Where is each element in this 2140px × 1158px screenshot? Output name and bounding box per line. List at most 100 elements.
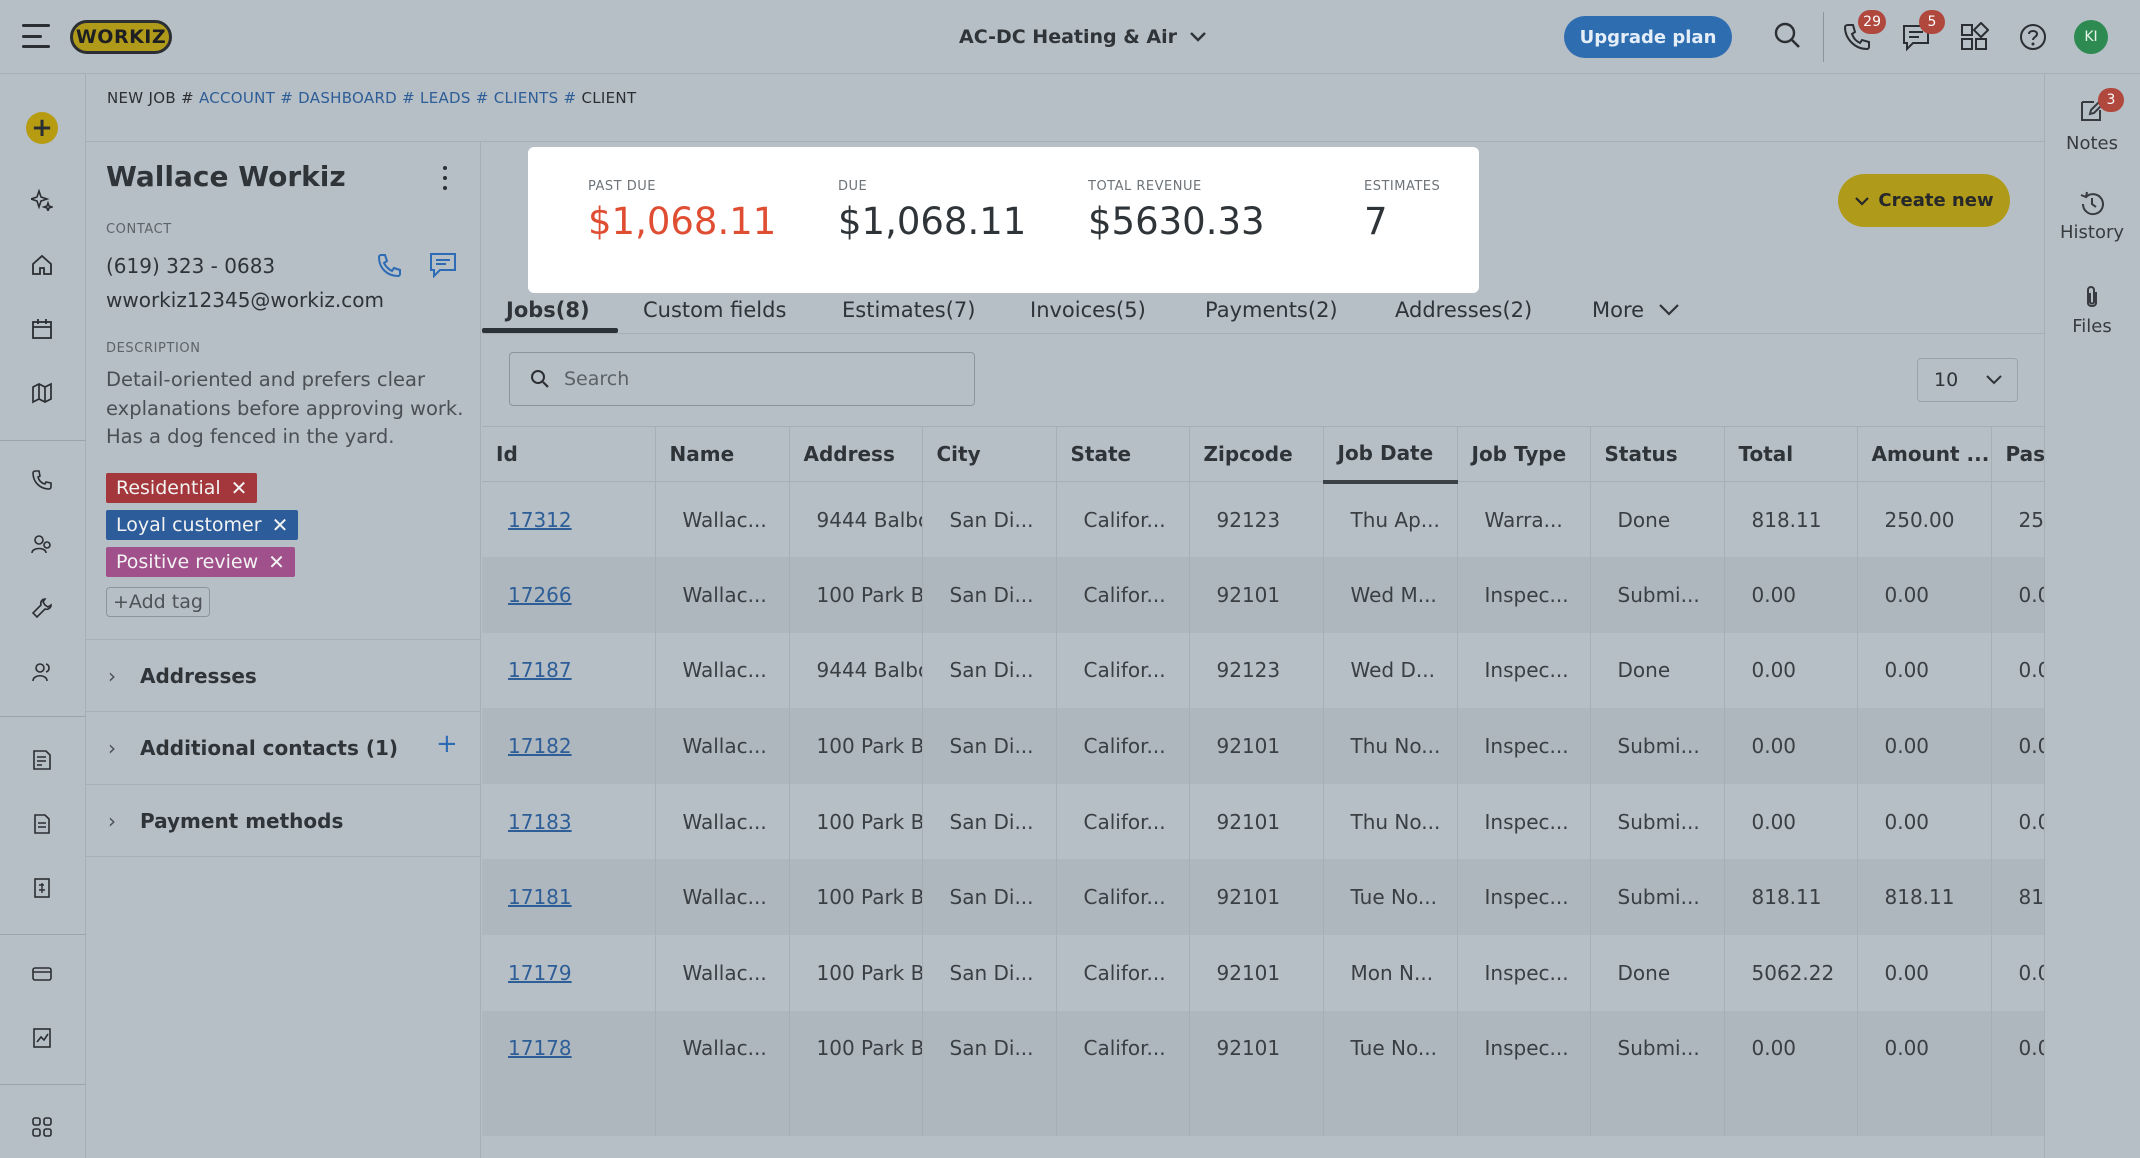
search-icon[interactable] <box>1770 18 1804 52</box>
column-header[interactable]: Address <box>789 426 923 482</box>
quick-add-icon[interactable]: + <box>26 112 58 144</box>
column-header[interactable]: Job Type <box>1457 426 1591 482</box>
search-box[interactable] <box>509 352 975 406</box>
reports-icon[interactable] <box>27 1023 57 1053</box>
phone-calls-icon[interactable]: 29 <box>1840 10 1886 54</box>
breadcrumb-client: CLIENT <box>581 89 637 107</box>
table-row[interactable]: 17179 Wallac...100 Park BlvSan Di...Calif… <box>482 935 2044 1011</box>
add-tag-button[interactable]: +Add tag <box>106 587 210 617</box>
phone-icon[interactable] <box>27 465 57 495</box>
column-header[interactable]: City <box>922 426 1057 482</box>
table-row[interactable]: 17266 Wallac...100 Park BlvSan Di...Calif… <box>482 557 2044 633</box>
tab-estimates[interactable]: Estimates(7) <box>842 298 975 322</box>
column-header[interactable]: Status <box>1590 426 1725 482</box>
job-id-link[interactable]: 17182 <box>508 734 572 758</box>
payment-doc-icon[interactable] <box>27 873 57 903</box>
job-id-link[interactable]: 17187 <box>508 658 572 682</box>
job-id-cell[interactable]: 17182 <box>482 708 656 784</box>
upgrade-plan-button[interactable]: Upgrade plan <box>1564 16 1732 58</box>
table-cell: 92101 <box>1189 708 1324 784</box>
breadcrumb-leads[interactable]: LEADS # <box>420 89 489 107</box>
tab-addresses[interactable]: Addresses(2) <box>1395 298 1532 322</box>
job-id-cell[interactable]: 17187 <box>482 632 656 709</box>
table-cell: Califor... <box>1056 1010 1190 1087</box>
messages-icon[interactable]: 5 <box>1899 10 1945 54</box>
table-row[interactable]: 17183 Wallac...100 Park BlvSan Di...Calif… <box>482 783 2044 860</box>
breadcrumb-dashboard[interactable]: DASHBOARD # <box>298 89 415 107</box>
column-header[interactable]: Amount ... <box>1857 426 1992 482</box>
tab-jobs[interactable]: Jobs(8) <box>506 298 590 322</box>
tab-custom-fields[interactable]: Custom fields <box>643 298 786 322</box>
job-id-cell[interactable]: 17312 <box>482 481 656 558</box>
team-icon[interactable] <box>27 529 57 559</box>
map-icon[interactable] <box>27 378 57 408</box>
user-avatar[interactable]: KI <box>2074 20 2108 54</box>
menu-icon[interactable] <box>22 24 50 48</box>
credit-card-icon[interactable] <box>27 959 57 989</box>
job-id-link[interactable]: 17178 <box>508 1036 572 1060</box>
calendar-icon[interactable] <box>27 314 57 344</box>
workiz-logo[interactable]: WORKIZ <box>70 20 172 54</box>
additional-contacts-accordion[interactable]: › Additional contacts (1) <box>86 711 481 783</box>
job-id-cell[interactable]: 17183 <box>482 783 656 860</box>
table-cell: Done <box>1590 481 1725 558</box>
client-email[interactable]: wworkiz12345@workiz.com <box>106 288 384 312</box>
due-stat: DUE $1,068.11 <box>838 179 1026 243</box>
table-row[interactable]: 17312 Wallac... 9444 Balbo San Di... Califor… <box>482 481 2044 558</box>
job-id-link[interactable]: 17179 <box>508 961 572 985</box>
remove-tag-icon[interactable]: ✕ <box>231 476 248 500</box>
history-button[interactable]: History <box>2044 190 2140 243</box>
call-icon[interactable] <box>375 252 403 284</box>
more-options-icon[interactable] <box>440 166 450 190</box>
job-id-link[interactable]: 17312 <box>508 508 572 532</box>
column-header[interactable]: Zipcode <box>1189 426 1324 482</box>
job-id-cell[interactable]: 17181 <box>482 859 656 936</box>
table-row[interactable]: 17178 Wallac...100 Park BlvSan Di...Calif… <box>482 1010 2044 1087</box>
job-id-cell[interactable]: 17179 <box>482 935 656 1011</box>
message-icon[interactable] <box>428 251 458 283</box>
breadcrumb-account[interactable]: ACCOUNT # <box>199 89 293 107</box>
add-contact-icon[interactable]: + <box>436 729 458 759</box>
column-header[interactable]: Name <box>655 426 790 482</box>
column-header[interactable]: Id <box>482 426 656 482</box>
job-id-link[interactable]: 17266 <box>508 583 572 607</box>
table-row[interactable]: 17187 Wallac... 9444 Balbo San Di... Califor… <box>482 632 2044 709</box>
page-size-select[interactable]: 10 <box>1917 358 2018 402</box>
column-header[interactable]: Past <box>1991 426 2044 482</box>
column-header[interactable]: State <box>1056 426 1190 482</box>
remove-tag-icon[interactable]: ✕ <box>268 550 285 574</box>
sparkle-icon[interactable] <box>27 185 57 215</box>
search-input[interactable] <box>564 368 944 390</box>
notes-button[interactable]: 3 Notes <box>2044 88 2140 154</box>
clients-icon[interactable] <box>27 657 57 687</box>
tab-more[interactable]: More <box>1592 298 1680 322</box>
addresses-accordion[interactable]: › Addresses <box>86 639 481 711</box>
job-id-link[interactable]: 17181 <box>508 885 572 909</box>
job-id-link[interactable]: 17183 <box>508 810 572 834</box>
files-button[interactable]: Files <box>2044 284 2140 337</box>
company-switcher[interactable]: AC-DC Heating & Air <box>959 22 1207 52</box>
table-row[interactable]: 17182 Wallac...100 Park BlvSan Di...Calif… <box>482 708 2044 784</box>
breadcrumb-clients[interactable]: CLIENTS # <box>494 89 577 107</box>
invoice-doc-icon[interactable] <box>27 809 57 839</box>
table-cell: 0.00 <box>1857 557 1992 633</box>
apps-icon[interactable] <box>27 1112 57 1142</box>
table-cell: Done <box>1590 632 1725 709</box>
table-row[interactable]: 17181 Wallac...100 Park BlvSan Di...Calif… <box>482 859 2044 936</box>
wrench-icon[interactable] <box>27 593 57 623</box>
remove-tag-icon[interactable]: ✕ <box>272 513 289 537</box>
payment-methods-accordion[interactable]: › Payment methods <box>86 784 481 856</box>
home-icon[interactable] <box>27 250 57 280</box>
job-id-cell[interactable]: 17266 <box>482 557 656 633</box>
column-header[interactable]: Total <box>1724 426 1858 482</box>
create-new-button[interactable]: Create new <box>1838 174 2010 227</box>
job-id-cell[interactable]: 17178 <box>482 1010 656 1087</box>
breadcrumb-new-job[interactable]: NEW JOB # <box>107 89 194 107</box>
help-icon[interactable] <box>2016 20 2050 54</box>
tab-invoices[interactable]: Invoices(5) <box>1030 298 1146 322</box>
estimate-doc-icon[interactable] <box>27 745 57 775</box>
apps-grid-icon[interactable] <box>1957 20 1991 54</box>
column-header[interactable]: Job Date <box>1323 426 1458 484</box>
tab-payments[interactable]: Payments(2) <box>1205 298 1338 322</box>
table-cell: 100 Park Blv <box>789 557 923 633</box>
